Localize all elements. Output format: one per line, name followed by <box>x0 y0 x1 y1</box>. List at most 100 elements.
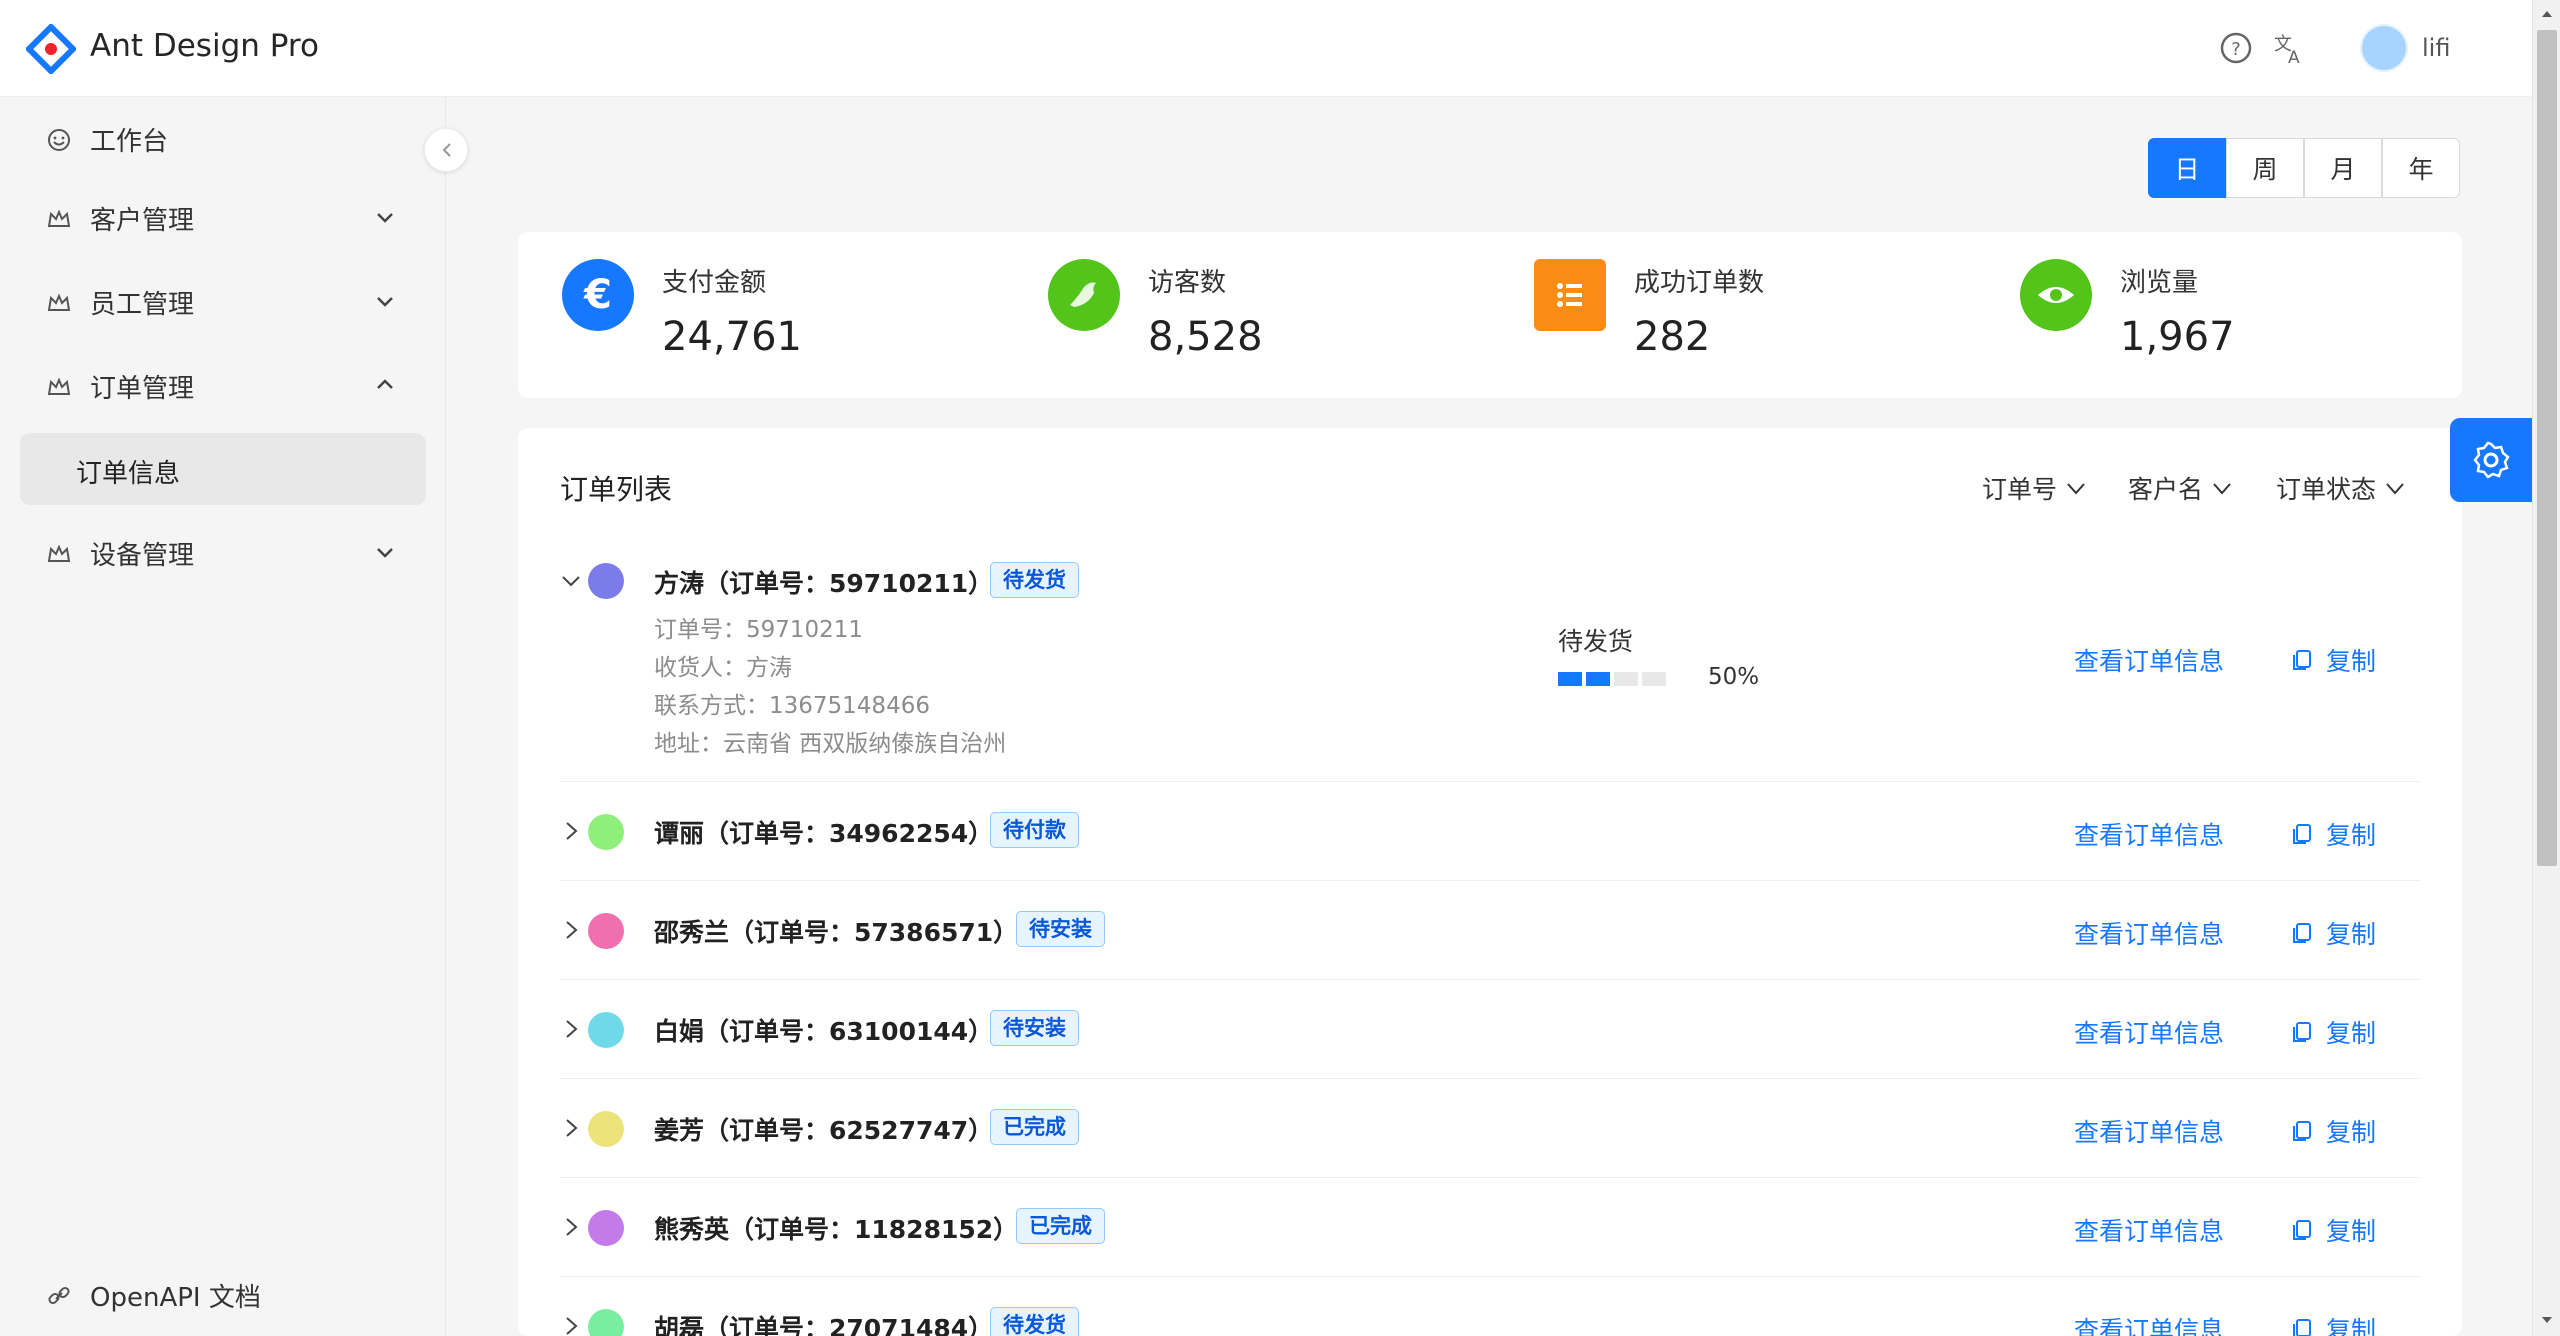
progress-percent: 50% <box>1708 664 1760 690</box>
order-row[interactable]: 白娟（订单号：63100144） 待安装 查看订单信息 复制 <box>518 980 2462 1079</box>
copy-label: 复制 <box>2326 920 2377 949</box>
copy-button[interactable]: 复制 <box>2290 915 2376 951</box>
filter-order-no[interactable]: 订单号 <box>1982 470 2087 506</box>
sidebar-item-label: 订单管理 <box>90 374 195 404</box>
stat-title: 支付金额 <box>662 268 767 298</box>
question-icon[interactable]: ? <box>2218 30 2254 66</box>
app-title[interactable]: Ant Design Pro <box>90 28 319 64</box>
avatar <box>588 814 624 850</box>
scrollbar-thumb[interactable] <box>2537 30 2557 866</box>
filter-order-status[interactable]: 订单状态 <box>2276 470 2406 506</box>
avatar <box>588 1012 624 1048</box>
order-row[interactable]: 胡磊（订单号：27071484） 待发货 查看订单信息 复制 <box>518 1277 2462 1336</box>
order-name: 邵秀兰（订单号：57386571） <box>654 918 1019 947</box>
avatar <box>588 913 624 949</box>
view-order-link[interactable]: 查看订单信息 <box>2074 1311 2224 1336</box>
sidebar-openapi-link[interactable]: OpenAPI 文档 <box>0 1263 446 1323</box>
sidebar-item-label: 工作台 <box>90 127 169 157</box>
crown-icon <box>47 544 71 562</box>
translate-icon[interactable]: 文 A <box>2272 30 2308 66</box>
order-row[interactable]: 熊秀英（订单号：11828152） 已完成 查看订单信息 复制 <box>518 1178 2462 1277</box>
avatar <box>588 563 624 599</box>
copy-icon <box>2293 650 2311 670</box>
scroll-down-icon[interactable] <box>2541 1314 2553 1326</box>
chevron-down-icon <box>377 548 393 558</box>
copy-label: 复制 <box>2326 821 2377 850</box>
view-order-link[interactable]: 查看订单信息 <box>2074 642 2224 678</box>
sidebar-item-devices[interactable]: 设备管理 <box>0 521 446 581</box>
order-row[interactable]: 谭丽（订单号：34962254） 待付款 查看订单信息 复制 <box>518 782 2462 881</box>
sidebar-item-workbench[interactable]: 工作台 <box>0 107 446 167</box>
order-row[interactable]: 方涛（订单号：59710211） 待发货 订单号：59710211 收货人：方涛… <box>518 548 2462 782</box>
period-day-button[interactable]: 日 <box>2148 138 2226 198</box>
copy-button[interactable]: 复制 <box>2290 816 2376 852</box>
sidebar-collapse-button[interactable] <box>424 128 468 172</box>
chevron-down-icon <box>377 213 393 223</box>
sidebar-item-customers[interactable]: 客户管理 <box>0 186 446 246</box>
bird-icon <box>1048 259 1120 331</box>
chevron-right-icon[interactable] <box>560 1018 582 1040</box>
stat-title: 成功订单数 <box>1634 268 1765 298</box>
status-badge: 待付款 <box>990 812 1079 848</box>
sidebar-item-order-info[interactable]: 订单信息 <box>20 433 426 505</box>
chevron-right-icon[interactable] <box>560 919 582 941</box>
gear-icon <box>2473 441 2510 479</box>
detail-receiver: 收货人：方涛 <box>654 655 792 681</box>
stat-pageviews: 浏览量 1,967 <box>1976 232 2456 398</box>
crown-icon <box>47 209 71 227</box>
view-order-link[interactable]: 查看订单信息 <box>2074 1212 2224 1248</box>
chevron-right-icon[interactable] <box>560 820 582 842</box>
avatar <box>588 1210 624 1246</box>
sidebar-item-label: 订单信息 <box>76 459 181 489</box>
crown-icon <box>47 293 71 311</box>
smile-icon <box>48 129 70 151</box>
order-row[interactable]: 姜芳（订单号：62527747） 已完成 查看订单信息 复制 <box>518 1079 2462 1178</box>
copy-icon <box>2293 1319 2311 1336</box>
stat-value: 1,967 <box>2120 314 2235 360</box>
avatar[interactable] <box>2360 24 2408 72</box>
copy-icon <box>2293 1022 2311 1042</box>
username[interactable]: lifi <box>2422 34 2450 62</box>
view-order-link[interactable]: 查看订单信息 <box>2074 816 2224 852</box>
chevron-right-icon[interactable] <box>560 1315 582 1336</box>
progress-segment <box>1558 672 1582 686</box>
sidebar-item-label: 员工管理 <box>90 290 195 320</box>
chevron-up-icon <box>377 379 393 389</box>
vertical-scrollbar[interactable] <box>2532 0 2560 1336</box>
logo-icon[interactable] <box>26 24 76 74</box>
filter-label: 客户名 <box>2128 475 2204 504</box>
order-row[interactable]: 邵秀兰（订单号：57386571） 待安装 查看订单信息 复制 <box>518 881 2462 980</box>
scroll-up-icon[interactable] <box>2541 8 2553 20</box>
sidebar-item-orders[interactable]: 订单管理 <box>0 354 446 414</box>
filter-customer-name[interactable]: 客户名 <box>2128 470 2233 506</box>
sidebar-item-label: 客户管理 <box>90 206 195 236</box>
chevron-right-icon[interactable] <box>560 1117 582 1139</box>
copy-label: 复制 <box>2326 1217 2377 1246</box>
chevron-down-icon <box>2213 483 2231 495</box>
view-order-link[interactable]: 查看订单信息 <box>2074 1113 2224 1149</box>
period-week-button[interactable]: 周 <box>2226 138 2304 198</box>
status-badge: 待安装 <box>990 1010 1079 1046</box>
stat-title: 访客数 <box>1148 268 1227 298</box>
view-order-link[interactable]: 查看订单信息 <box>2074 1014 2224 1050</box>
sidebar-item-staff[interactable]: 员工管理 <box>0 270 446 330</box>
avatar <box>588 1309 624 1336</box>
euro-icon: € <box>562 259 634 331</box>
order-name: 熊秀英（订单号：11828152） <box>654 1215 1019 1244</box>
order-list-title: 订单列表 <box>560 473 673 506</box>
settings-button[interactable] <box>2450 418 2532 502</box>
period-month-button[interactable]: 月 <box>2304 138 2382 198</box>
chevron-right-icon[interactable] <box>560 1216 582 1238</box>
copy-button[interactable]: 复制 <box>2290 1212 2376 1248</box>
status-badge: 待发货 <box>990 1307 1079 1336</box>
copy-button[interactable]: 复制 <box>2290 1014 2376 1050</box>
period-year-button[interactable]: 年 <box>2382 138 2460 198</box>
view-order-link[interactable]: 查看订单信息 <box>2074 915 2224 951</box>
copy-button[interactable]: 复制 <box>2290 642 2376 678</box>
copy-button[interactable]: 复制 <box>2290 1311 2376 1336</box>
copy-button[interactable]: 复制 <box>2290 1113 2376 1149</box>
detail-order-no: 订单号：59710211 <box>654 617 864 643</box>
chevron-down-icon[interactable] <box>560 570 582 592</box>
copy-label: 复制 <box>2326 647 2377 676</box>
order-name: 姜芳（订单号：62527747） <box>654 1116 994 1145</box>
